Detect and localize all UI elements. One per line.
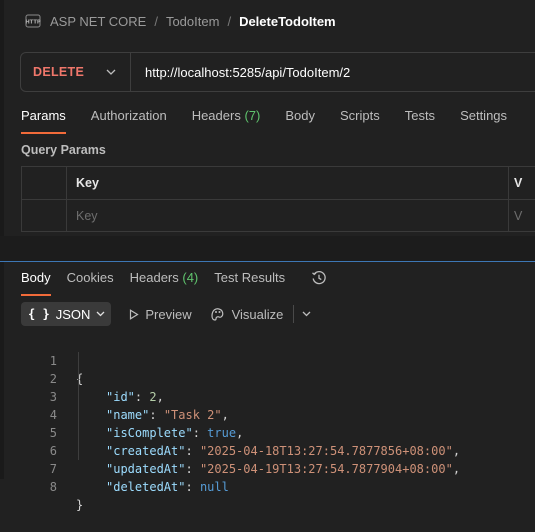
request-tabs: Params Authorization Headers (7) Body Sc… — [21, 108, 532, 134]
tab-headers[interactable]: Headers (7) — [192, 108, 261, 134]
param-value-input[interactable]: V — [514, 209, 522, 223]
play-icon — [130, 308, 140, 320]
tab-scripts[interactable]: Scripts — [340, 108, 380, 134]
table-header-row: Key V — [22, 167, 535, 200]
column-divider — [508, 167, 509, 231]
query-params-table: Key V Key V — [21, 166, 535, 232]
tab-headers-label: Headers — [191, 108, 241, 123]
query-params-label: Query Params — [21, 143, 106, 157]
code-line: 3 "name": "Task 2", — [0, 370, 535, 422]
pane-splitter[interactable] — [0, 236, 535, 261]
toolbar-divider — [293, 305, 295, 323]
json-value: null — [199, 480, 229, 494]
visualize-button[interactable]: Visualize — [210, 306, 284, 322]
breadcrumb-folder[interactable]: TodoItem — [166, 14, 219, 29]
tab-response-headers[interactable]: Headers (4) — [130, 270, 199, 296]
tab-test-results[interactable]: Test Results — [214, 270, 285, 296]
splitter-highlight — [0, 261, 535, 262]
param-key-input[interactable]: Key — [76, 209, 98, 223]
tab-body[interactable]: Body — [285, 108, 315, 134]
response-body-viewer[interactable]: 1 { 2 "id": 2, 3 "name": "Task 2", 4 "is… — [0, 334, 535, 512]
chevron-down-icon — [96, 309, 105, 319]
tab-settings[interactable]: Settings — [460, 108, 507, 134]
chevron-down-icon[interactable] — [302, 309, 311, 319]
chevron-down-icon — [106, 67, 116, 78]
checkbox-column — [22, 167, 67, 199]
code-line: 4 "isComplete": true, — [0, 388, 535, 440]
preview-button[interactable]: Preview — [129, 306, 192, 322]
tab-authorization[interactable]: Authorization — [91, 108, 167, 134]
request-name[interactable]: DeleteTodoItem — [239, 14, 336, 29]
tab-params[interactable]: Params — [21, 108, 66, 134]
code-line: 2 "id": 2, — [0, 352, 535, 404]
breadcrumb-collection[interactable]: ASP NET CORE — [50, 14, 146, 29]
url-bar: DELETE http://localhost:5285/api/TodoIte… — [20, 52, 535, 92]
line-number: 8 — [49, 480, 57, 494]
response-toolbar: { } JSON Preview Visualize — [21, 302, 311, 326]
tab-response-headers-label: Headers — [129, 270, 179, 285]
response-headers-count-badge: (4) — [182, 270, 199, 285]
visualize-icon — [211, 308, 223, 321]
svg-text:HTTP: HTTP — [25, 20, 41, 26]
table-row: Key V — [22, 200, 535, 232]
history-icon[interactable] — [311, 270, 327, 286]
json-key: "deletedAt" — [106, 480, 186, 494]
indent-guide — [78, 352, 79, 460]
column-header-key: Key — [76, 176, 99, 190]
method-select[interactable]: DELETE — [21, 53, 131, 91]
code-line: 1 { — [0, 334, 535, 386]
tab-cookies[interactable]: Cookies — [67, 270, 114, 296]
code-line: 5 "createdAt": "2025-04-18T13:27:54.7877… — [0, 406, 535, 458]
method-label: DELETE — [33, 65, 85, 79]
preview-label: Preview — [145, 306, 192, 322]
braces-icon: { } — [28, 307, 50, 321]
breadcrumb-separator: / — [154, 13, 158, 29]
tab-tests[interactable]: Tests — [405, 108, 435, 134]
format-select[interactable]: { } JSON — [21, 302, 112, 326]
response-tabs: Body Cookies Headers (4) Test Results — [21, 270, 327, 296]
code-line: 6 "updatedAt": "2025-04-19T13:27:54.7877… — [0, 424, 535, 476]
headers-count-badge: (7) — [244, 108, 261, 123]
tab-response-body[interactable]: Body — [21, 270, 51, 296]
column-header-value: V — [514, 176, 523, 190]
code-line: 7 "deletedAt": null — [0, 442, 535, 494]
code-line: 8 } — [0, 460, 535, 512]
url-input[interactable]: http://localhost:5285/api/TodoItem/2 — [131, 65, 350, 80]
breadcrumb-separator: / — [227, 13, 232, 29]
visualize-label: Visualize — [231, 306, 284, 322]
row-checkbox-cell[interactable] — [22, 200, 67, 232]
breadcrumb: HTTP ASP NET CORE / TodoItem / DeleteTod… — [24, 10, 336, 32]
close-brace: } — [76, 498, 84, 512]
format-label: JSON — [55, 306, 91, 322]
http-request-icon: HTTP — [24, 12, 42, 30]
